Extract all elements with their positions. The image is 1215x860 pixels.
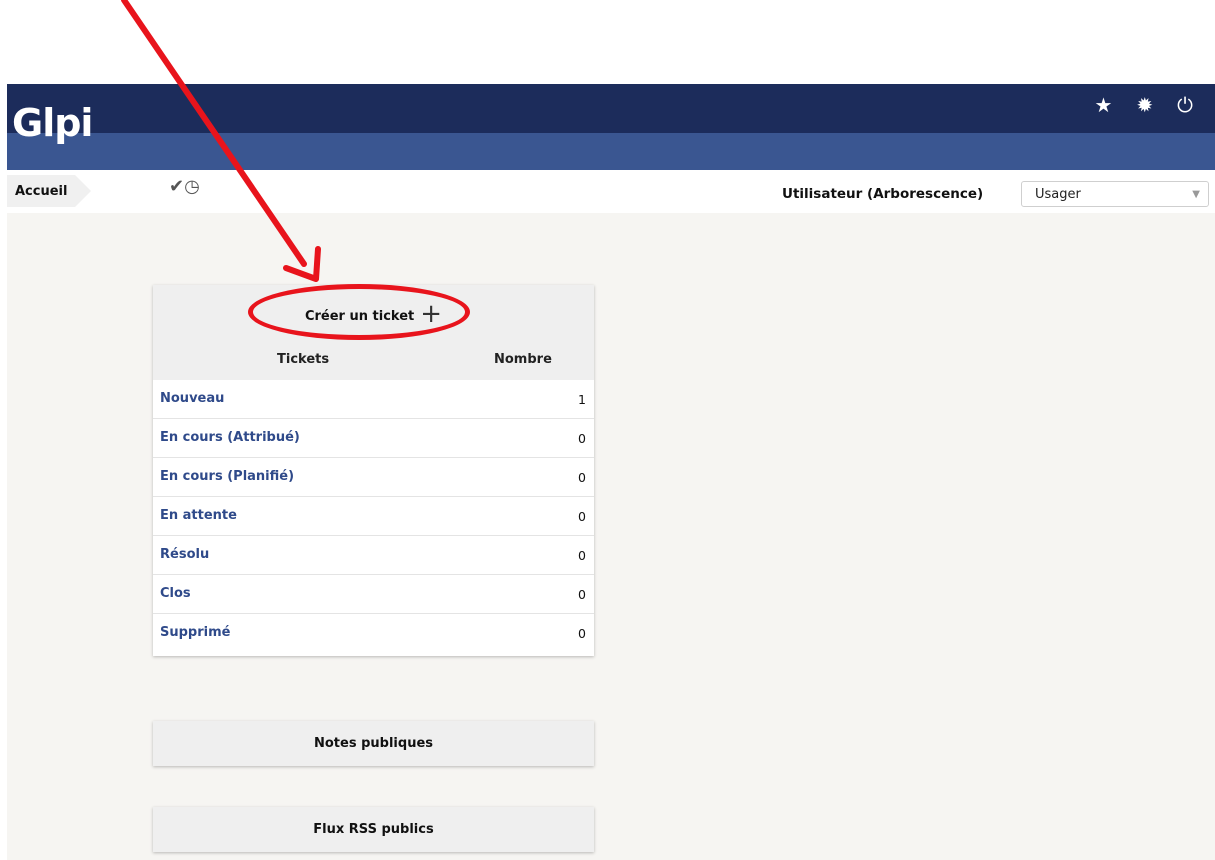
header-top-bar <box>7 84 1215 133</box>
breadcrumb-home[interactable]: Accueil <box>7 175 93 207</box>
ticket-status-link[interactable]: Clos <box>160 586 191 601</box>
public-notes-panel[interactable]: Notes publiques <box>153 721 594 766</box>
star-icon[interactable]: ★ <box>1094 92 1112 118</box>
public-rss-title: Flux RSS publics <box>313 822 434 837</box>
create-ticket-link[interactable]: Créer un ticket + <box>304 298 443 329</box>
ticket-status-link[interactable]: Nouveau <box>160 391 224 406</box>
ticket-status-link[interactable]: En cours (Planifié) <box>160 469 294 484</box>
profile-select-value: Usager <box>1035 186 1081 202</box>
profile-label: Utilisateur (Arborescence) <box>782 186 984 202</box>
profile-select[interactable]: Usager ▼ <box>1021 181 1209 207</box>
plus-icon: + <box>420 298 443 329</box>
ticket-count: 0 <box>578 431 586 446</box>
tickets-panel-header: Créer un ticket + <box>153 285 594 342</box>
ticket-count: 0 <box>578 470 586 485</box>
ticket-count: 0 <box>578 626 586 641</box>
ticket-count: 0 <box>578 509 586 524</box>
breadcrumb: Accueil <box>7 175 93 207</box>
public-rss-panel[interactable]: Flux RSS publics <box>153 807 594 852</box>
table-row: Clos 0 <box>153 575 594 614</box>
ticket-status-link[interactable]: Supprimé <box>160 625 230 640</box>
tickets-rows: Nouveau 1 En cours (Attribué) 0 En cours… <box>153 380 594 653</box>
public-notes-title: Notes publiques <box>314 736 433 751</box>
ticket-count: 0 <box>578 548 586 563</box>
top-icons: ★ ✹ ⏻ <box>1094 92 1193 118</box>
chevron-down-icon: ▼ <box>1192 188 1200 200</box>
ticket-count: 0 <box>578 587 586 602</box>
check-clock-icon[interactable]: ✔︎◷ <box>169 176 200 197</box>
tickets-column-headers: Tickets Nombre <box>153 342 594 380</box>
table-row: En cours (Planifié) 0 <box>153 458 594 497</box>
table-row: En attente 0 <box>153 497 594 536</box>
column-header-count: Nombre <box>494 352 552 367</box>
ticket-status-link[interactable]: En cours (Attribué) <box>160 430 300 445</box>
nav-bar: Accueil ✔︎◷ Utilisateur (Arborescence) U… <box>7 170 1215 213</box>
glpi-logo[interactable]: Glpi <box>12 93 93 153</box>
ticket-count: 1 <box>578 392 586 407</box>
table-row: Résolu 0 <box>153 536 594 575</box>
header-sub-bar <box>7 133 1215 170</box>
table-row: En cours (Attribué) 0 <box>153 419 594 458</box>
table-row: Nouveau 1 <box>153 380 594 419</box>
gear-icon[interactable]: ✹ <box>1136 92 1153 118</box>
power-icon[interactable]: ⏻ <box>1177 92 1193 118</box>
tickets-panel: Créer un ticket + Tickets Nombre Nouveau… <box>153 285 594 656</box>
column-header-tickets: Tickets <box>277 352 330 367</box>
create-ticket-label: Créer un ticket <box>304 309 415 324</box>
ticket-status-link[interactable]: Résolu <box>160 547 209 562</box>
table-row: Supprimé 0 <box>153 614 594 653</box>
ticket-status-link[interactable]: En attente <box>160 508 237 523</box>
